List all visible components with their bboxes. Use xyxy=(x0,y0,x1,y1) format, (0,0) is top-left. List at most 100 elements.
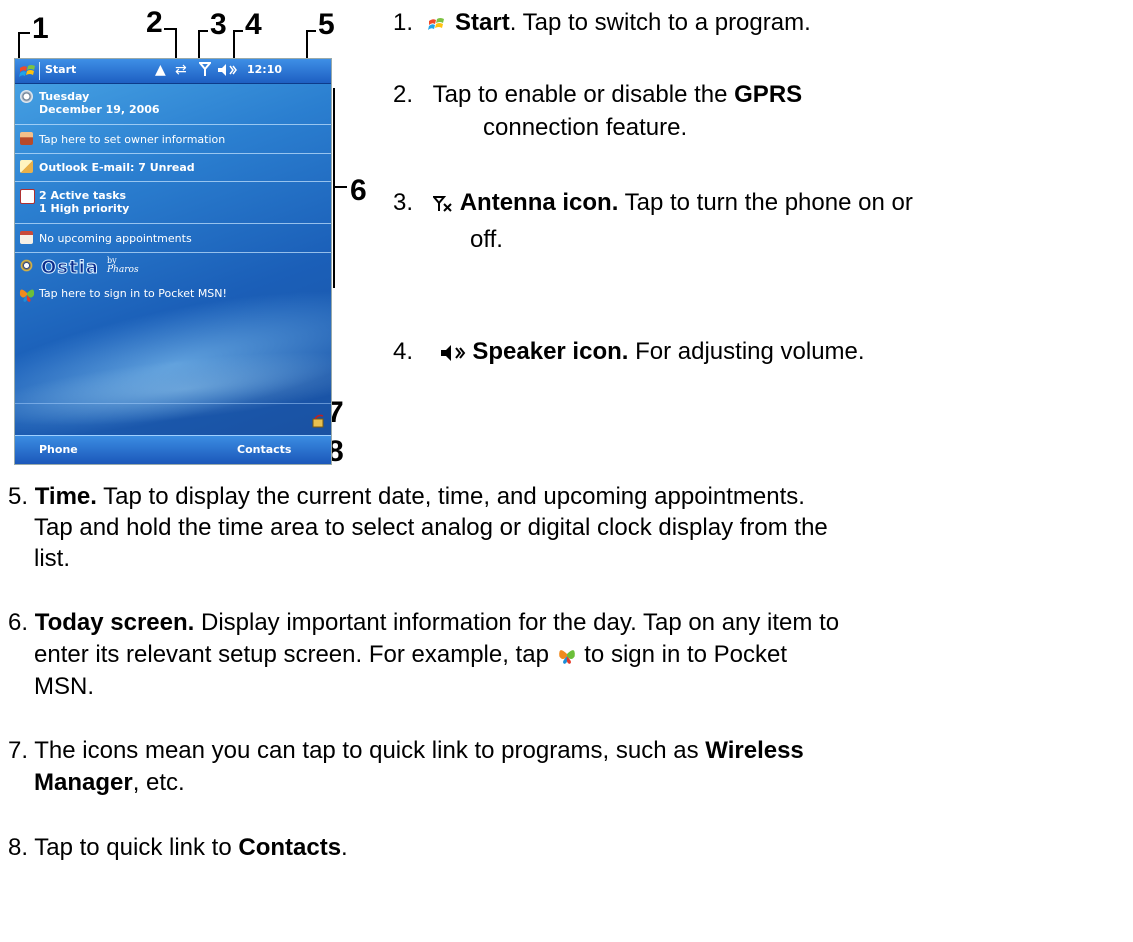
date-row[interactable]: Tuesday December 19, 2006 xyxy=(15,87,331,121)
ostia-row[interactable]: Ostia by Pharos xyxy=(15,256,331,280)
item-3-line2: off. xyxy=(470,225,503,255)
divider xyxy=(15,124,331,125)
item-2-line2: connection feature. xyxy=(483,113,687,143)
item-4-text: For adjusting volume. xyxy=(628,338,865,365)
clock-icon xyxy=(20,90,33,103)
item-1: 1. Start. Tap to switch to a program. xyxy=(393,8,811,41)
tasks-checklist-icon xyxy=(20,189,35,204)
item-7-text-b: , etc. xyxy=(132,769,185,796)
date-full: December 19, 2006 xyxy=(39,103,160,116)
item-5-text-b: Tap and hold the time area to select ana… xyxy=(34,514,828,541)
item-2-number: 2. xyxy=(393,81,414,108)
leader-1v xyxy=(18,32,20,60)
item-3-bold: Antenna icon. xyxy=(459,189,619,216)
item-8-text: Tap to quick link to xyxy=(28,834,239,861)
item-1-text: . Tap to switch to a program. xyxy=(509,9,811,36)
item-6-line2: enter its relevant setup screen. For exa… xyxy=(34,640,787,673)
item-7-bold: Wireless xyxy=(705,737,804,764)
ostia-by: by xyxy=(107,256,117,265)
item-5-line2: Tap and hold the time area to select ana… xyxy=(34,513,828,543)
item-6-number: 6. xyxy=(8,609,29,636)
item-1-number: 1. xyxy=(393,9,414,36)
owner-person-icon xyxy=(20,132,33,145)
today-screen: Start ▲ ⇄ 12:10 Tuesday December 19, 200… xyxy=(14,58,332,465)
item-5: 5. Time. Tap to display the current date… xyxy=(8,482,805,512)
item-3: 3. Antenna icon. Tap to turn the phone o… xyxy=(393,188,913,221)
item-6-text-d: MSN. xyxy=(34,673,94,700)
notification-icon: ▲ xyxy=(155,62,166,78)
msn-butterfly-icon xyxy=(17,283,37,308)
gprs-icon[interactable]: ⇄ xyxy=(175,61,187,79)
date-day: Tuesday xyxy=(39,90,90,103)
item-8-number: 8. xyxy=(8,834,29,861)
leader-6h xyxy=(333,186,347,188)
owner-row[interactable]: Tap here to set owner information xyxy=(15,129,331,151)
ostia-logo: Ostia xyxy=(41,257,99,279)
windows-start-icon xyxy=(426,11,448,41)
item-7-bold-b: Manager xyxy=(34,769,133,796)
item-5-line3: list. xyxy=(34,544,70,574)
item-5-bold: Time. xyxy=(34,483,97,510)
leader-3v xyxy=(198,30,200,60)
wireless-manager-icon[interactable] xyxy=(311,413,327,434)
calendar-icon xyxy=(20,231,33,244)
phone-softkey[interactable]: Phone xyxy=(39,443,78,456)
callout-4: 4 xyxy=(245,8,262,41)
clock-time[interactable]: 12:10 xyxy=(247,63,282,76)
item-3-number: 3. xyxy=(393,189,414,216)
item-6-text: Display important information for the da… xyxy=(194,609,840,636)
email-row[interactable]: Outlook E-mail: 7 Unread xyxy=(15,157,331,179)
item-2-bold: GPRS xyxy=(734,81,803,108)
item-4-number: 4. xyxy=(393,338,414,365)
leader-4v xyxy=(233,30,235,60)
item-6-text-c: to sign in to Pocket xyxy=(577,641,788,668)
divider xyxy=(15,403,331,404)
item-6: 6. Today screen. Display important infor… xyxy=(8,608,839,638)
item-1-bold: Start xyxy=(455,9,510,36)
item-3-text: Tap to turn the phone on or xyxy=(618,189,913,216)
item-8-text-b: . xyxy=(341,834,348,861)
tasks-row[interactable]: 2 Active tasks 1 High priority xyxy=(15,186,331,220)
speaker-icon[interactable] xyxy=(217,62,237,83)
item-2-text: Tap to enable or disable the xyxy=(432,81,735,108)
item-7: 7. The icons mean you can tap to quick l… xyxy=(8,736,804,766)
owner-text: Tap here to set owner information xyxy=(39,133,226,146)
antenna-icon[interactable] xyxy=(197,61,213,82)
callout-5: 5 xyxy=(318,8,335,41)
item-8-bold: Contacts xyxy=(238,834,342,861)
callout-1: 1 xyxy=(32,12,49,45)
msn-row[interactable]: Tap here to sign in to Pocket MSN! xyxy=(15,283,331,305)
item-4: 4. Speaker icon. For adjusting volume. xyxy=(393,337,865,370)
email-text: Outlook E-mail: 7 Unread xyxy=(39,161,195,174)
item-6-bold: Today screen. xyxy=(34,609,195,636)
item-4-bold: Speaker icon. xyxy=(472,338,629,365)
start-label[interactable]: Start xyxy=(45,63,76,76)
softkey-bar: Phone Contacts xyxy=(15,435,331,464)
item-5-number: 5. xyxy=(8,483,29,510)
leader-6v xyxy=(333,88,335,288)
contacts-softkey[interactable]: Contacts xyxy=(237,443,291,456)
leader-2v xyxy=(175,28,177,60)
item-6-line3: MSN. xyxy=(34,672,94,702)
windows-start-icon[interactable] xyxy=(18,60,38,85)
item-3-text-b: off. xyxy=(470,226,503,253)
msn-text: Tap here to sign in to Pocket MSN! xyxy=(39,287,227,300)
appointments-row[interactable]: No upcoming appointments xyxy=(15,228,331,250)
item-5-text-c: list. xyxy=(34,545,70,572)
divider xyxy=(15,181,331,182)
envelope-icon xyxy=(20,160,33,173)
item-7-text: The icons mean you can tap to quick link… xyxy=(28,737,706,764)
appointments-text: No upcoming appointments xyxy=(39,232,192,245)
tasks-active: 2 Active tasks xyxy=(39,189,127,202)
msn-butterfly-icon xyxy=(556,643,578,673)
item-8: 8. Tap to quick link to Contacts. xyxy=(8,833,348,863)
item-6-text-b: enter its relevant setup screen. For exa… xyxy=(34,641,549,668)
item-7-line2: Manager, etc. xyxy=(34,768,185,798)
divider xyxy=(15,153,331,154)
item-5-text: Tap to display the current date, time, a… xyxy=(96,483,805,510)
title-separator xyxy=(39,62,40,80)
ostia-icon xyxy=(20,259,33,272)
callout-6: 6 xyxy=(350,174,367,207)
divider xyxy=(15,223,331,224)
divider xyxy=(15,252,331,253)
